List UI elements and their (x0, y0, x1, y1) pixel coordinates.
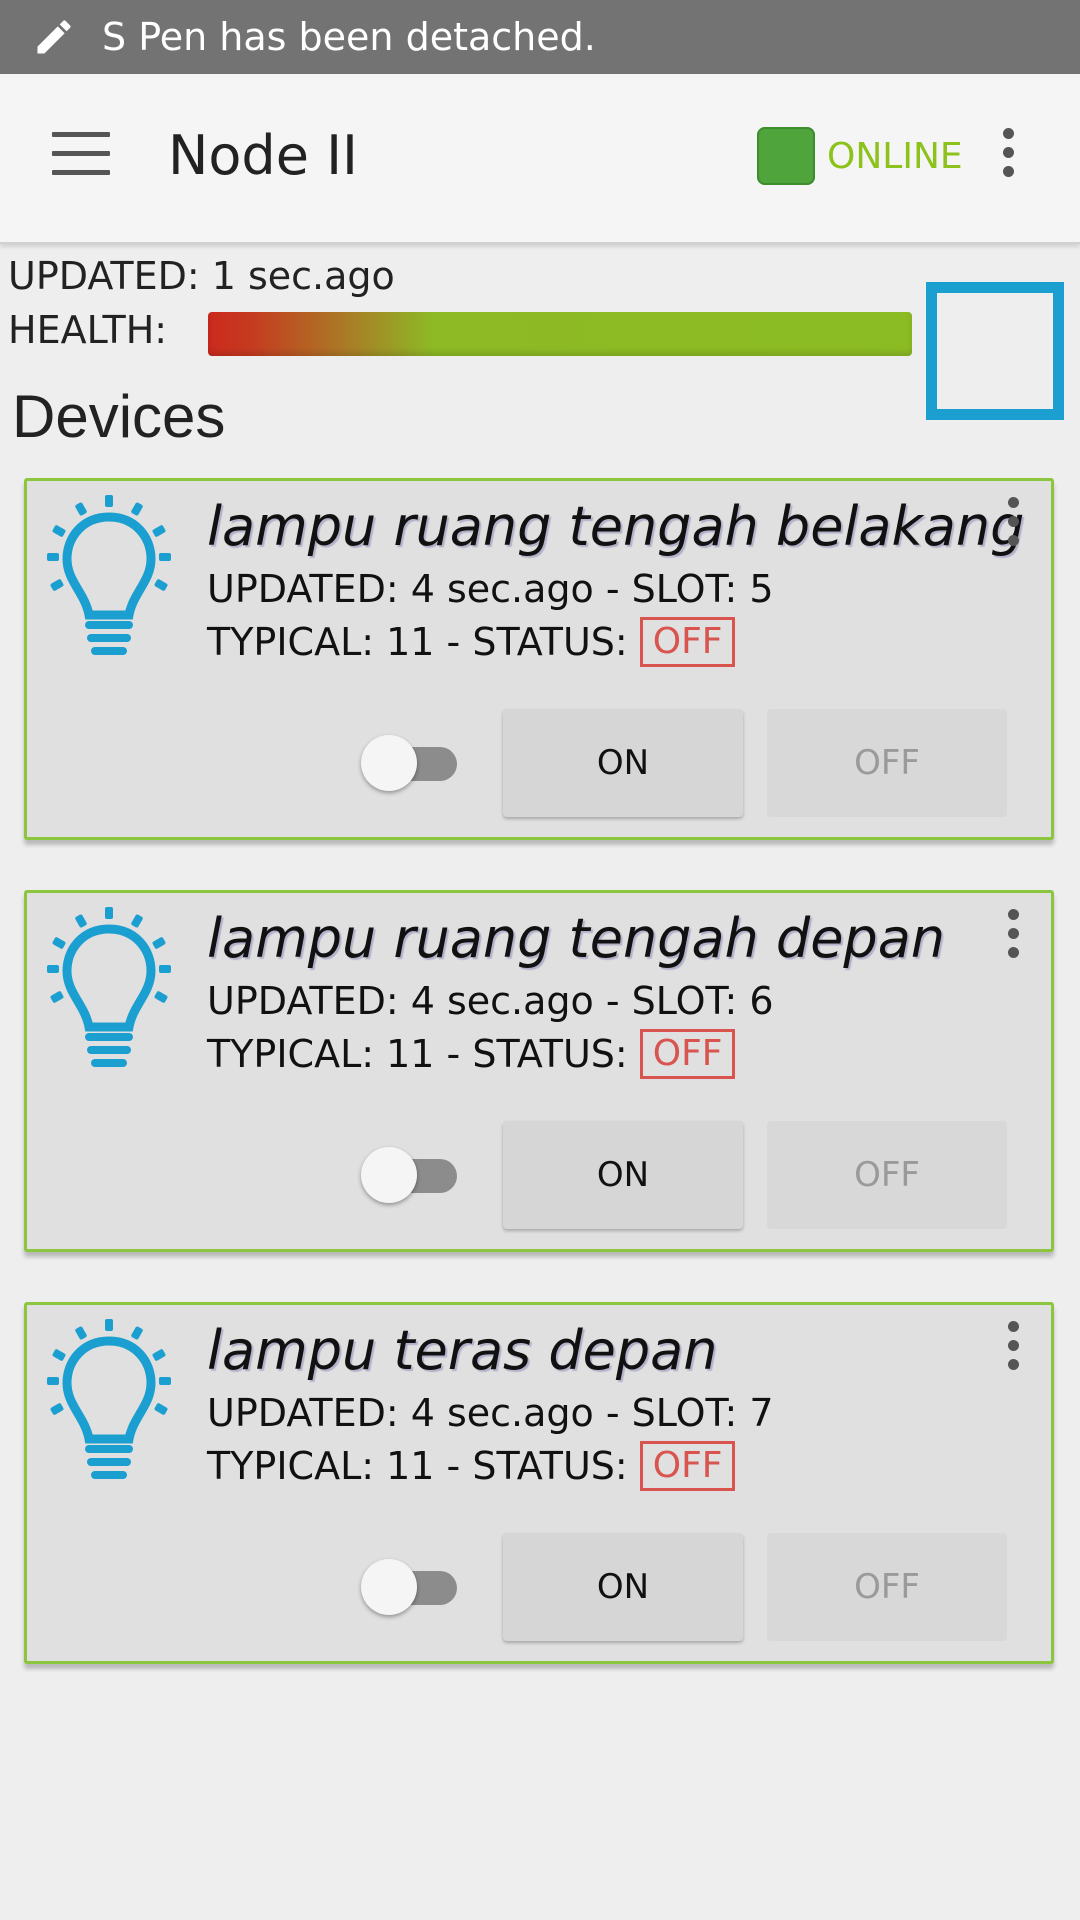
device-typical-text: TYPICAL: 11 - STATUS: (207, 620, 628, 664)
lightbulb-icon (41, 1319, 177, 1489)
online-status-label: ONLINE (827, 136, 963, 177)
devices-heading: Devices (12, 383, 226, 450)
health-bar (208, 312, 912, 356)
status-badge: OFF (639, 1029, 736, 1079)
device-name: lampu ruang tengah belakang (207, 495, 1025, 558)
hamburger-menu-icon[interactable] (52, 132, 112, 182)
app-bar: Node II ONLINE (0, 74, 1080, 244)
device-toggle[interactable] (361, 1559, 459, 1615)
device-typical-text: TYPICAL: 11 - STATUS: (207, 1444, 628, 1488)
node-updated-text: UPDATED: 1 sec.ago (8, 254, 395, 298)
device-typical-status: TYPICAL: 11 - STATUS: OFF (207, 617, 736, 667)
device-typical-text: TYPICAL: 11 - STATUS: (207, 1032, 628, 1076)
device-toggle[interactable] (361, 1147, 459, 1203)
device-toggle[interactable] (361, 735, 459, 791)
device-updated-slot: UPDATED: 4 sec.ago - SLOT: 6 (207, 979, 774, 1023)
off-button[interactable]: OFF (767, 1533, 1007, 1641)
off-button[interactable]: OFF (767, 709, 1007, 817)
off-button[interactable]: OFF (767, 1121, 1007, 1229)
device-name: lampu ruang tengah depan (207, 907, 946, 970)
online-status-indicator (757, 127, 815, 185)
device-updated-slot: UPDATED: 4 sec.ago - SLOT: 5 (207, 567, 774, 611)
device-card: lampu ruang tengah belakang UPDATED: 4 s… (24, 478, 1054, 840)
on-button[interactable]: ON (503, 709, 743, 817)
on-button[interactable]: ON (503, 1121, 743, 1229)
device-card: lampu teras depan UPDATED: 4 sec.ago - S… (24, 1302, 1054, 1664)
device-more-vert-icon[interactable] (1001, 497, 1025, 557)
status-badge: OFF (639, 1441, 736, 1491)
device-more-vert-icon[interactable] (1001, 1321, 1025, 1381)
notification-bar: S Pen has been detached. (0, 0, 1080, 74)
selection-square[interactable] (926, 282, 1064, 420)
lightbulb-icon (41, 495, 177, 665)
on-button[interactable]: ON (503, 1533, 743, 1641)
device-typical-status: TYPICAL: 11 - STATUS: OFF (207, 1441, 736, 1491)
device-card: lampu ruang tengah depan UPDATED: 4 sec.… (24, 890, 1054, 1252)
pen-icon (30, 13, 78, 61)
notification-text: S Pen has been detached. (102, 15, 596, 59)
device-name: lampu teras depan (207, 1319, 718, 1382)
health-label: HEALTH: (8, 308, 168, 352)
device-typical-status: TYPICAL: 11 - STATUS: OFF (207, 1029, 736, 1079)
more-vert-icon[interactable] (996, 128, 1020, 188)
device-more-vert-icon[interactable] (1001, 909, 1025, 969)
device-updated-slot: UPDATED: 4 sec.ago - SLOT: 7 (207, 1391, 774, 1435)
lightbulb-icon (41, 907, 177, 1077)
page-title: Node II (168, 124, 358, 187)
status-badge: OFF (639, 617, 736, 667)
